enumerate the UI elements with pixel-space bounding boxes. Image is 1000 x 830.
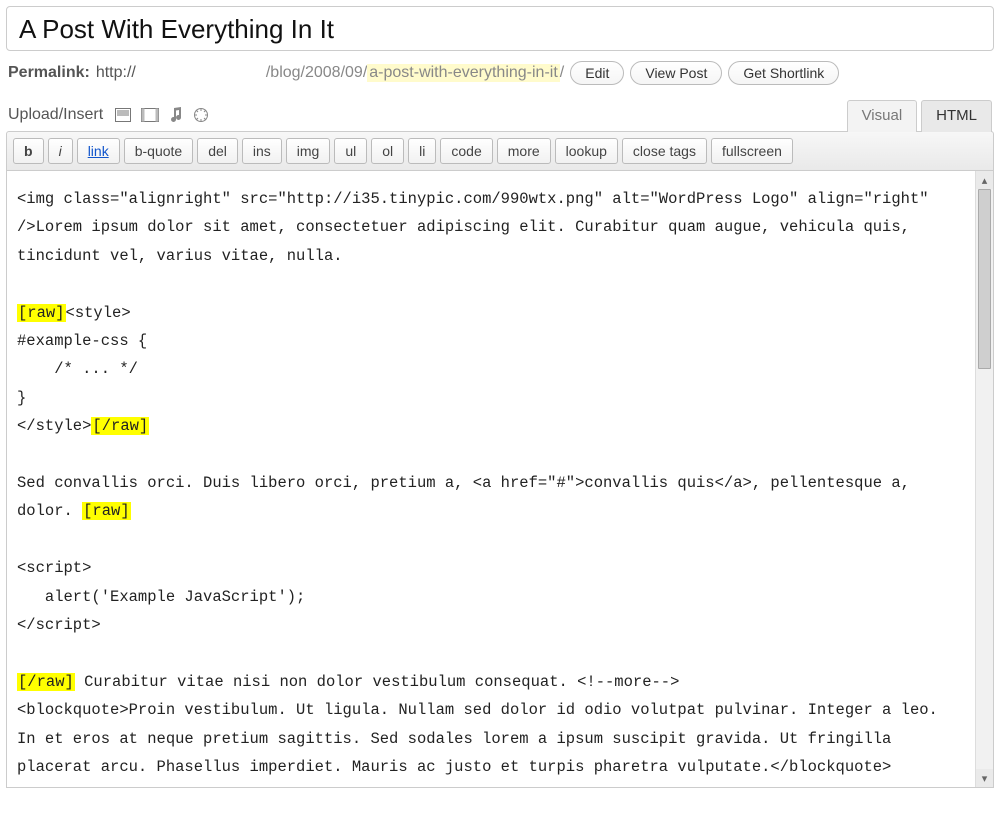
tool-ol[interactable]: ol [371,138,404,164]
permalink-row: Permalink: http:// /blog/2008/09/ a-post… [8,61,994,85]
tool-ins[interactable]: ins [242,138,282,164]
tool-fullscreen[interactable]: fullscreen [711,138,793,164]
tool-bold[interactable]: b [13,138,44,164]
tool-more[interactable]: more [497,138,551,164]
add-media-icon[interactable] [193,107,209,123]
upload-row: Upload/Insert Visual HTML [8,99,992,131]
add-video-icon[interactable] [141,108,159,122]
edit-permalink-button[interactable]: Edit [570,61,624,85]
tool-del[interactable]: del [197,138,238,164]
editor-scrollbar[interactable]: ▴ ▾ [975,171,993,787]
add-audio-icon[interactable] [169,107,183,123]
permalink-prefix: http:// [96,64,136,82]
editor-tabs: Visual HTML [847,99,992,131]
post-title-input[interactable] [17,13,983,46]
tool-italic[interactable]: i [48,138,73,164]
tool-code[interactable]: code [440,138,492,164]
title-container [6,6,994,51]
editor-container: <img class="alignright" src="http://i35.… [6,171,994,788]
permalink-path: /blog/2008/09/ [266,64,367,82]
tab-visual[interactable]: Visual [847,100,918,132]
upload-insert-label: Upload/Insert [8,106,103,124]
get-shortlink-button[interactable]: Get Shortlink [728,61,839,85]
permalink-trail: / [560,64,564,82]
permalink-url: http:// /blog/2008/09/ a-post-with-every… [96,64,564,82]
permalink-label: Permalink: [8,64,90,82]
tool-li[interactable]: li [408,138,436,164]
view-post-button[interactable]: View Post [630,61,722,85]
tool-closetags[interactable]: close tags [622,138,707,164]
scroll-up-icon[interactable]: ▴ [976,171,993,189]
scroll-down-icon[interactable]: ▾ [976,769,993,787]
scroll-thumb[interactable] [978,189,991,369]
tool-bquote[interactable]: b-quote [124,138,193,164]
tool-link[interactable]: link [77,138,120,164]
html-toolbar: b i link b-quote del ins img ul ol li co… [6,131,994,171]
permalink-domain-obscured [136,65,266,81]
tab-html[interactable]: HTML [921,100,992,132]
permalink-slug[interactable]: a-post-with-everything-in-it [367,64,560,82]
tool-ul[interactable]: ul [334,138,367,164]
tool-img[interactable]: img [286,138,331,164]
tool-lookup[interactable]: lookup [555,138,618,164]
add-image-icon[interactable] [115,108,131,122]
html-editor[interactable]: <img class="alignright" src="http://i35.… [7,171,993,787]
